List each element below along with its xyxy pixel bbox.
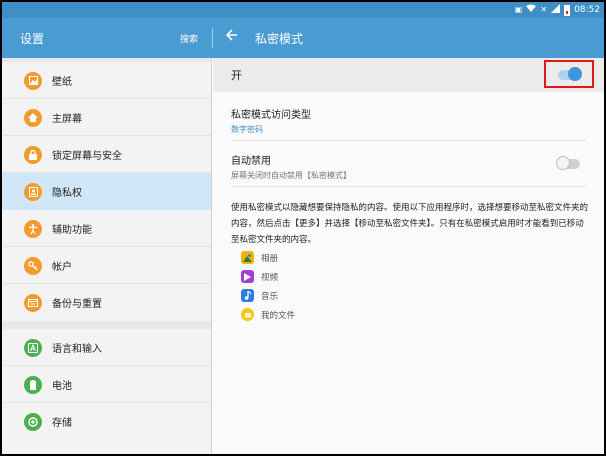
home-icon — [24, 108, 42, 127]
auto-disable-setting[interactable]: 自动禁用 屏幕关闭时自动禁用【私密模式】 — [231, 152, 586, 181]
back-arrow-icon[interactable] — [225, 28, 238, 46]
app-label: 视频 — [261, 272, 279, 283]
auto-disable-subtitle: 屏幕关闭时自动禁用【私密模式】 — [231, 171, 351, 180]
sidebar-item-label: 备份与重置 — [52, 299, 102, 310]
mute-icon: ✕ — [540, 5, 548, 14]
sidebar-item-label: 辅助功能 — [52, 225, 92, 236]
my-files-icon — [241, 308, 254, 321]
status-time: 08:52 — [574, 5, 600, 15]
key-icon — [24, 256, 42, 275]
wallpaper-icon — [24, 71, 42, 90]
settings-title: 设置 — [20, 32, 45, 46]
master-switch-row[interactable]: 开 — [213, 58, 604, 92]
list-item: 相册 — [241, 248, 295, 267]
sidebar-item-label: 语言和输入 — [52, 344, 102, 355]
sidebar-item-storage[interactable]: 存储 — [2, 403, 211, 440]
app-bar-divider — [212, 28, 213, 48]
battery-icon — [564, 4, 571, 16]
signal-icon — [551, 3, 561, 17]
list-item: 我的文件 — [241, 305, 295, 324]
settings-window: ▣ ✕ 08:52 设置 搜索 私密模式 壁纸 主屏幕 锁定屏幕与安全 隐私权 … — [2, 2, 604, 454]
app-bar: 设置 搜索 私密模式 — [2, 18, 604, 58]
access-type-value: 数字密码 — [231, 125, 263, 134]
language-icon — [24, 338, 42, 357]
app-label: 音乐 — [261, 291, 279, 302]
app-label: 相册 — [261, 253, 279, 264]
battery-icon — [24, 375, 42, 394]
storage-icon — [24, 412, 42, 431]
sidebar-item-home-screen[interactable]: 主屏幕 — [2, 99, 211, 136]
supported-apps-list: 相册 视频 音乐 我的文件 — [241, 248, 295, 324]
accessibility-icon — [24, 219, 42, 238]
sidebar-item-privacy[interactable]: 隐私权 — [2, 173, 211, 210]
app-label: 我的文件 — [261, 310, 296, 321]
sidebar-item-accounts[interactable]: 帐户 — [2, 247, 211, 284]
sidebar-item-label: 存储 — [52, 418, 72, 429]
sidebar-item-lock-screen-security[interactable]: 锁定屏幕与安全 — [2, 136, 211, 173]
wifi-icon — [526, 4, 537, 16]
divider — [231, 140, 586, 141]
image-icon: ▣ — [514, 5, 523, 14]
sidebar-item-accessibility[interactable]: 辅助功能 — [2, 210, 211, 247]
access-type-setting[interactable]: 私密模式访问类型 数字密码 — [231, 106, 586, 135]
sidebar-item-wallpaper[interactable]: 壁纸 — [2, 62, 211, 99]
lock-icon — [24, 145, 42, 164]
search-button[interactable]: 搜索 — [180, 32, 198, 45]
sidebar-item-label: 壁纸 — [52, 77, 72, 88]
divider — [231, 186, 586, 187]
video-icon — [241, 270, 254, 283]
highlight-box — [544, 60, 594, 88]
settings-sidebar: 壁纸 主屏幕 锁定屏幕与安全 隐私权 辅助功能 帐户 备份与重置 语言和输入 电… — [2, 58, 212, 454]
sidebar-item-backup-reset[interactable]: 备份与重置 — [2, 284, 211, 321]
sidebar-item-label: 帐户 — [52, 262, 72, 273]
page-title: 私密模式 — [255, 32, 304, 46]
access-type-title: 私密模式访问类型 — [231, 110, 311, 121]
sidebar-item-language-input[interactable]: 语言和输入 — [2, 329, 211, 366]
list-item: 视频 — [241, 267, 295, 286]
gallery-icon — [241, 251, 254, 264]
backup-icon — [24, 293, 42, 312]
sidebar-item-label: 隐私权 — [52, 188, 82, 199]
group-gap — [2, 321, 211, 329]
auto-disable-title: 自动禁用 — [231, 156, 271, 167]
list-item: 音乐 — [241, 286, 295, 305]
privacy-icon — [24, 182, 42, 201]
sidebar-item-label: 电池 — [52, 381, 72, 392]
sidebar-item-label: 主屏幕 — [52, 114, 82, 125]
auto-disable-toggle[interactable] — [556, 156, 580, 170]
sidebar-item-battery[interactable]: 电池 — [2, 366, 211, 403]
music-icon — [241, 289, 254, 302]
sidebar-item-label: 锁定屏幕与安全 — [52, 151, 122, 162]
privacy-description: 使用私密模式以隐藏想要保持隐私的内容。使用以下应用程序时，选择想要移动至私密文件… — [231, 203, 589, 245]
status-bar: ▣ ✕ 08:52 — [2, 2, 604, 18]
privacy-mode-panel: 开 私密模式访问类型 数字密码 自动禁用 屏幕关闭时自动禁用【私密模式】 使用私… — [213, 58, 604, 454]
master-switch-label: 开 — [231, 69, 242, 82]
